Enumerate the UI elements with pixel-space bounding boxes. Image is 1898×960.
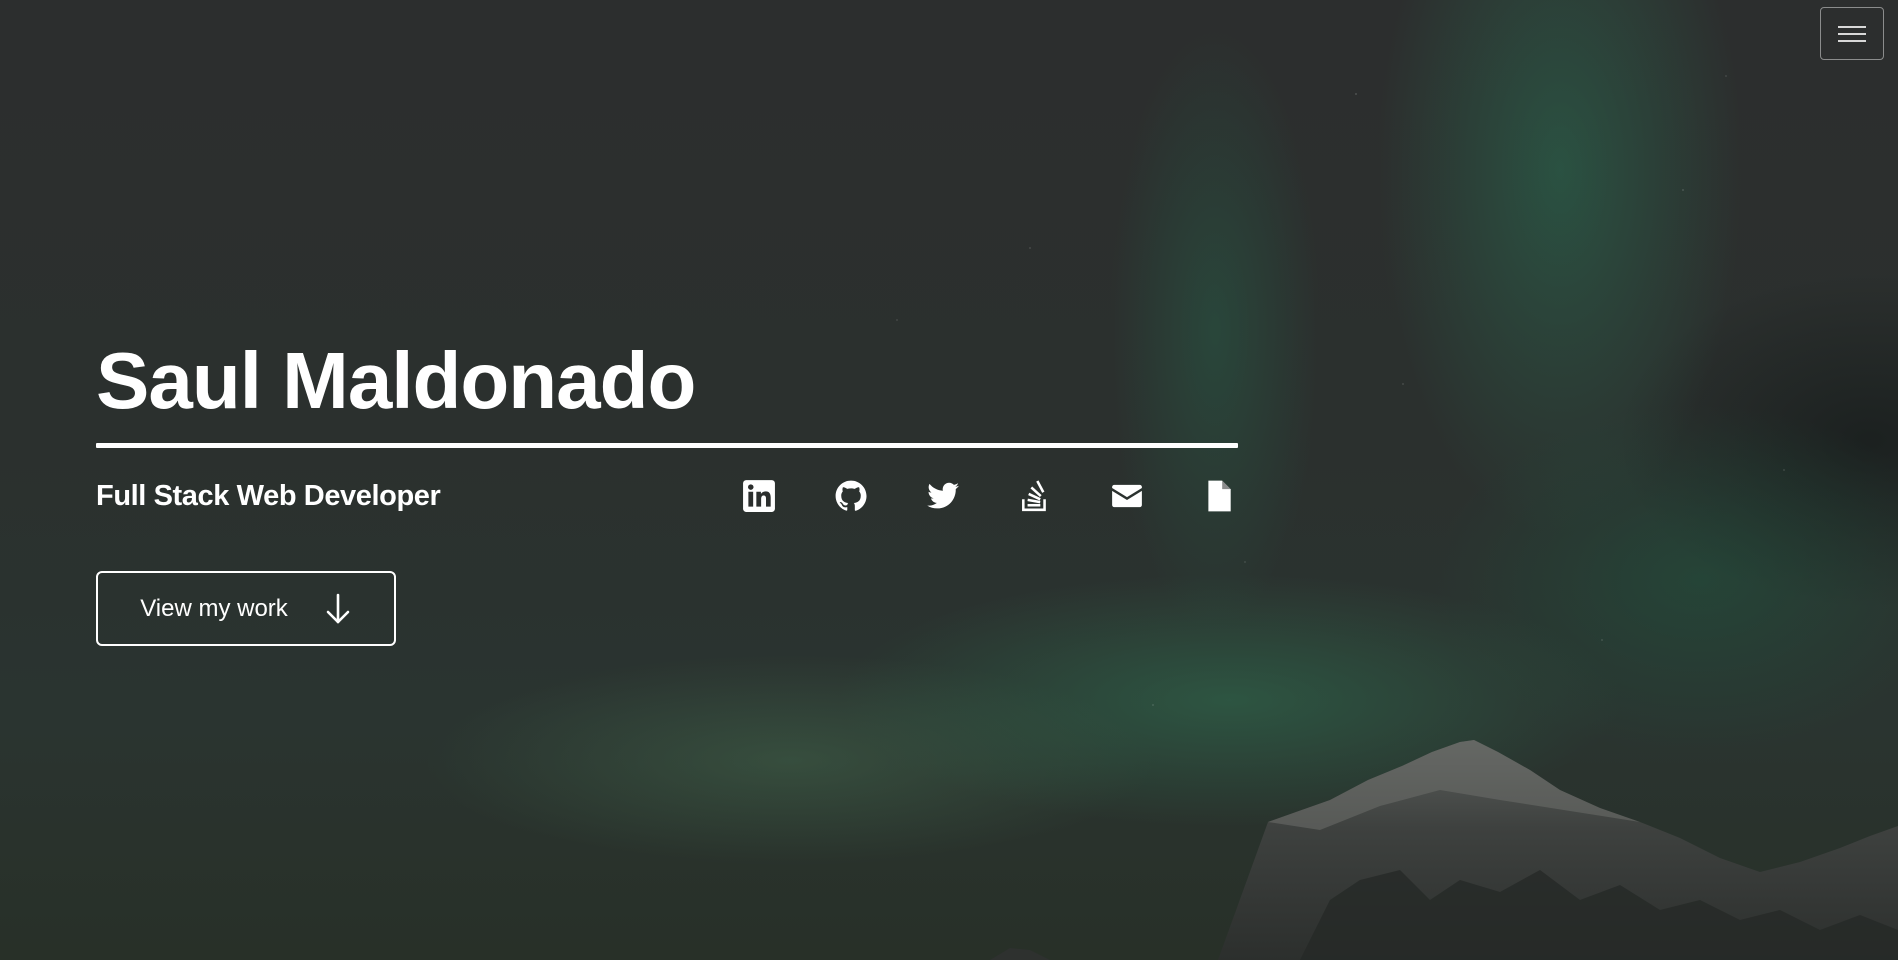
- hero-content: Saul Maldonado Full Stack Web Developer: [96, 333, 1238, 646]
- social-links: [740, 477, 1238, 515]
- view-my-work-label: View my work: [140, 594, 288, 622]
- linkedin-icon: [743, 480, 775, 512]
- menu-toggle-button[interactable]: [1820, 7, 1884, 60]
- twitter-icon: [927, 482, 959, 509]
- email-link[interactable]: [1108, 477, 1146, 515]
- hamburger-menu-icon: [1838, 25, 1866, 42]
- github-link[interactable]: [832, 477, 870, 515]
- tagline: Full Stack Web Developer: [96, 479, 441, 512]
- twitter-link[interactable]: [924, 477, 962, 515]
- resume-link[interactable]: [1200, 477, 1238, 515]
- stackoverflow-link[interactable]: [1016, 477, 1054, 515]
- tagline-row: Full Stack Web Developer: [96, 476, 1238, 516]
- arrow-down-icon: [324, 593, 352, 625]
- stackoverflow-icon: [1022, 480, 1046, 512]
- linkedin-link[interactable]: [740, 477, 778, 515]
- github-icon: [835, 480, 867, 511]
- view-my-work-button[interactable]: View my work: [96, 571, 396, 646]
- envelope-icon: [1112, 484, 1142, 508]
- title-divider: [96, 443, 1238, 448]
- document-icon: [1208, 480, 1231, 512]
- page-title: Saul Maldonado: [96, 336, 696, 425]
